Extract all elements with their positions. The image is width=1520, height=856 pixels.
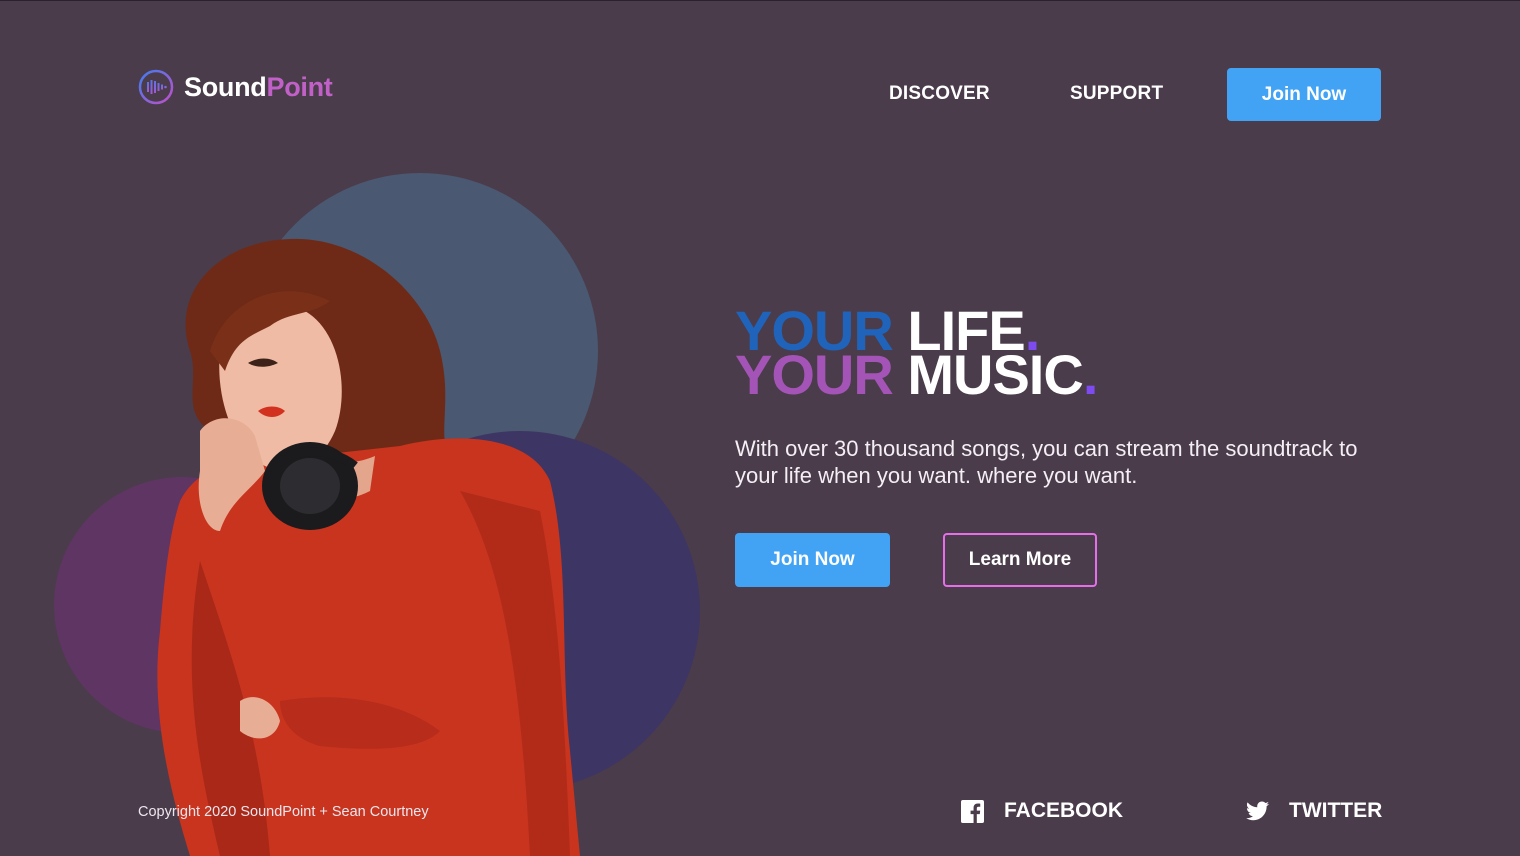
nav-support-link[interactable]: SUPPORT [1070, 83, 1163, 105]
nav-discover-link[interactable]: DISCOVER [889, 83, 990, 105]
twitter-icon [1246, 801, 1269, 821]
hero-join-now-button[interactable]: Join Now [735, 533, 890, 587]
headline-line2-word1: YOUR [735, 343, 894, 406]
facebook-link[interactable]: FACEBOOK [961, 799, 1123, 823]
copyright-text: Copyright 2020 SoundPoint + Sean Courtne… [138, 804, 429, 820]
twitter-label: TWITTER [1289, 799, 1383, 822]
header-join-now-button[interactable]: Join Now [1227, 68, 1381, 121]
hero-headline: YOUR LIFE. YOUR MUSIC. [735, 303, 1098, 403]
hero-learn-more-button[interactable]: Learn More [943, 533, 1097, 587]
soundwave-icon [138, 69, 174, 105]
headline-line2-word2: MUSIC [907, 343, 1083, 406]
brand-name: SoundPoint [184, 71, 333, 102]
facebook-icon [961, 799, 984, 823]
facebook-label: FACEBOOK [1004, 799, 1124, 822]
headline-dot-2: . [1082, 343, 1099, 406]
hero-photo [157, 238, 580, 856]
twitter-link[interactable]: TWITTER [1246, 799, 1382, 823]
hero-description: With over 30 thousand songs, you can str… [735, 436, 1358, 488]
brand-logo[interactable]: SoundPoint [138, 67, 333, 107]
